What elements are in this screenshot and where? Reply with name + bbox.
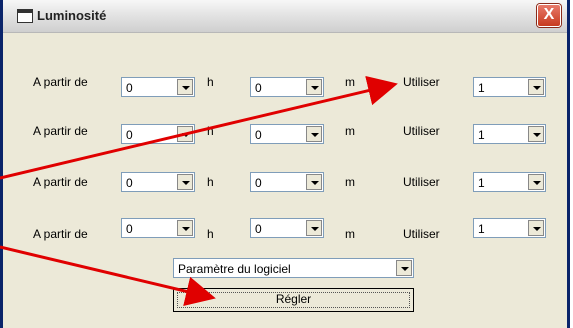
annotation-arrows (0, 75, 398, 307)
arrow-to-apply-button (0, 245, 216, 307)
arrow-to-use-select (0, 75, 398, 180)
